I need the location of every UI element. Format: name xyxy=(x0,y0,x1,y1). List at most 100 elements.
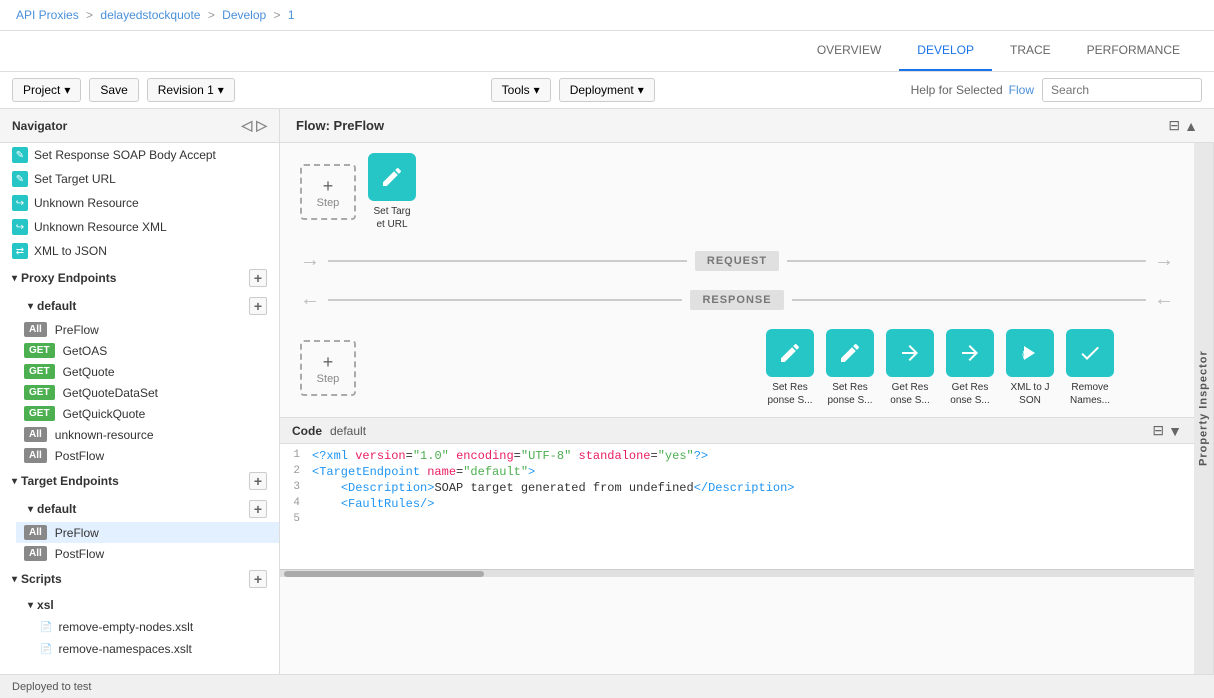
policy-label-5: XML to JSON xyxy=(34,244,107,258)
flow-name-target-preflow: PreFlow xyxy=(55,526,99,540)
section-scripts[interactable]: Scripts + xyxy=(0,564,279,594)
flow-name-unknown-resource: unknown-resource xyxy=(55,428,154,442)
breadcrumb-api-proxies[interactable]: API Proxies xyxy=(16,8,79,22)
tab-overview[interactable]: OVERVIEW xyxy=(799,31,899,71)
flow-item-getquickquote[interactable]: GET GetQuickQuote xyxy=(16,403,279,424)
flow-item-target-preflow[interactable]: All PreFlow xyxy=(16,522,279,543)
add-step-response[interactable]: + Step xyxy=(300,340,356,396)
add-step-request[interactable]: + Step xyxy=(300,164,356,220)
policy-set-response-s-1[interactable]: Set Response S... xyxy=(766,329,814,407)
code-line-2: 2 <TargetEndpoint name="default"> xyxy=(280,464,1194,480)
breadcrumb-revision[interactable]: 1 xyxy=(288,8,295,22)
request-arrow-right-icon: → xyxy=(1154,249,1174,272)
response-line-2 xyxy=(792,299,1146,301)
flow-header-icons: ⊟ ▲ xyxy=(1168,117,1198,134)
target-default-section: default + All PreFlow All PostFlow xyxy=(0,496,279,564)
proxy-default-section: default + All PreFlow GET GetOAS GET Get… xyxy=(0,293,279,466)
breadcrumb-proxy-name[interactable]: delayedstockquote xyxy=(100,8,200,22)
deployment-button[interactable]: Deployment ▾ xyxy=(559,78,655,102)
tab-trace[interactable]: TRACE xyxy=(992,31,1069,71)
section-target-endpoints[interactable]: Target Endpoints + xyxy=(0,466,279,496)
flow-item-target-postflow[interactable]: All PostFlow xyxy=(16,543,279,564)
target-default-add[interactable]: + xyxy=(249,500,267,518)
nav-arrow-right: ▷ xyxy=(256,117,267,134)
policy-set-response-s-1-label: Set Response S... xyxy=(767,381,812,407)
flow-name-getoas: GetOAS xyxy=(63,344,108,358)
scripts-label: Scripts xyxy=(21,572,62,586)
tools-button[interactable]: Tools ▾ xyxy=(491,78,551,102)
target-endpoints-add[interactable]: + xyxy=(249,472,267,490)
flow-item-preflow[interactable]: All PreFlow xyxy=(16,319,279,340)
flow-item-getquote[interactable]: GET GetQuote xyxy=(16,361,279,382)
policy-icon-pencil-2: ✎ xyxy=(12,171,28,187)
tab-develop[interactable]: DEVELOP xyxy=(899,31,992,71)
toolbar: Project ▾ Save Revision 1 ▾ Tools ▾ Depl… xyxy=(0,72,1214,109)
scrollbar-thumb xyxy=(284,571,484,577)
response-arrow-left-icon: ← xyxy=(300,288,320,311)
script-remove-empty-nodes[interactable]: 📄 remove-empty-nodes.xslt xyxy=(16,616,279,638)
script-icon-2: 📄 xyxy=(40,644,52,655)
response-label: RESPONSE xyxy=(690,290,783,310)
search-input[interactable] xyxy=(1042,78,1202,102)
policy-icon-arrow-2: ↪ xyxy=(12,219,28,235)
policy-set-target-url[interactable]: Set Target URL xyxy=(368,153,416,231)
scripts-add[interactable]: + xyxy=(249,570,267,588)
breadcrumb-develop[interactable]: Develop xyxy=(222,8,266,22)
flow-title: Flow: PreFlow xyxy=(296,118,384,133)
request-preflow-row: + Step Set Target URL xyxy=(280,143,1194,241)
policy-label-2: Set Target URL xyxy=(34,172,116,186)
target-default-label: default xyxy=(37,502,76,516)
help-section: Help for Selected Flow xyxy=(911,83,1034,97)
script-remove-namespaces[interactable]: 📄 remove-namespaces.xslt xyxy=(16,638,279,660)
xsl-header[interactable]: xsl xyxy=(16,594,279,616)
tab-bar: OVERVIEW DEVELOP TRACE PERFORMANCE xyxy=(0,31,1214,72)
badge-all-4: All xyxy=(24,525,47,540)
line-num-1: 1 xyxy=(280,449,312,463)
nav-item-unknown-resource-xml[interactable]: ↪ Unknown Resource XML xyxy=(0,215,279,239)
nav-item-xml-to-json[interactable]: ⇄ XML to JSON xyxy=(0,239,279,263)
expand-icon[interactable]: ⊟ xyxy=(1168,117,1180,134)
flow-item-getoas[interactable]: GET GetOAS xyxy=(16,340,279,361)
policy-get-response-s-1[interactable]: Get Resonse S... xyxy=(886,329,934,407)
policy-get-response-s-2[interactable]: Get Resonse S... xyxy=(946,329,994,407)
project-button[interactable]: Project ▾ xyxy=(12,78,81,102)
code-collapse-icon[interactable]: ▼ xyxy=(1168,422,1182,439)
line-num-4: 4 xyxy=(280,497,312,511)
target-default-header[interactable]: default + xyxy=(16,496,279,522)
code-body[interactable]: 1 <?xml version="1.0" encoding="UTF-8" s… xyxy=(280,444,1194,569)
policy-get-response-s-2-label: Get Resonse S... xyxy=(950,381,989,407)
proxy-endpoints-label: Proxy Endpoints xyxy=(21,271,116,285)
flow-link[interactable]: Flow xyxy=(1009,83,1034,97)
property-inspector[interactable]: Property Inspector xyxy=(1194,143,1214,674)
policy-remove-names[interactable]: RemoveNames... xyxy=(1066,329,1114,407)
revision-button[interactable]: Revision 1 ▾ xyxy=(147,78,235,102)
line-content-1: <?xml version="1.0" encoding="UTF-8" sta… xyxy=(312,449,708,463)
request-arrow-icon: → xyxy=(300,249,320,272)
target-endpoints-chevron xyxy=(12,476,17,487)
code-expand-icon[interactable]: ⊟ xyxy=(1152,422,1164,439)
nav-item-set-target-url[interactable]: ✎ Set Target URL xyxy=(0,167,279,191)
collapse-icon[interactable]: ▲ xyxy=(1184,117,1198,134)
flow-item-unknown-resource[interactable]: All unknown-resource xyxy=(16,424,279,445)
nav-item-set-response-soap[interactable]: ✎ Set Response SOAP Body Accept xyxy=(0,143,279,167)
line-num-2: 2 xyxy=(280,465,312,479)
proxy-default-add[interactable]: + xyxy=(249,297,267,315)
policy-set-response-s-2[interactable]: Set Response S... xyxy=(826,329,874,407)
code-scrollbar[interactable] xyxy=(280,569,1194,577)
section-proxy-endpoints[interactable]: Proxy Endpoints + xyxy=(0,263,279,293)
nav-collapse[interactable]: ◁ ▷ xyxy=(241,117,267,134)
policy-xml-to-json[interactable]: {} XML to JSON xyxy=(1006,329,1054,407)
proxy-endpoints-add[interactable]: + xyxy=(249,269,267,287)
flow-item-getquotedataset[interactable]: GET GetQuoteDataSet xyxy=(16,382,279,403)
save-button[interactable]: Save xyxy=(89,78,138,102)
code-line-3: 3 <Description>SOAP target generated fro… xyxy=(280,480,1194,496)
flow-name-preflow: PreFlow xyxy=(55,323,99,337)
flow-item-postflow[interactable]: All PostFlow xyxy=(16,445,279,466)
tab-performance[interactable]: PERFORMANCE xyxy=(1069,31,1198,71)
proxy-default-header[interactable]: default + xyxy=(16,293,279,319)
nav-item-unknown-resource[interactable]: ↪ Unknown Resource xyxy=(0,191,279,215)
badge-get-3: GET xyxy=(24,385,55,400)
response-steps-row: + Step Set Response S... xyxy=(280,319,1194,417)
sidebar: Navigator ◁ ▷ ✎ Set Response SOAP Body A… xyxy=(0,109,280,674)
code-file: default xyxy=(330,424,366,438)
